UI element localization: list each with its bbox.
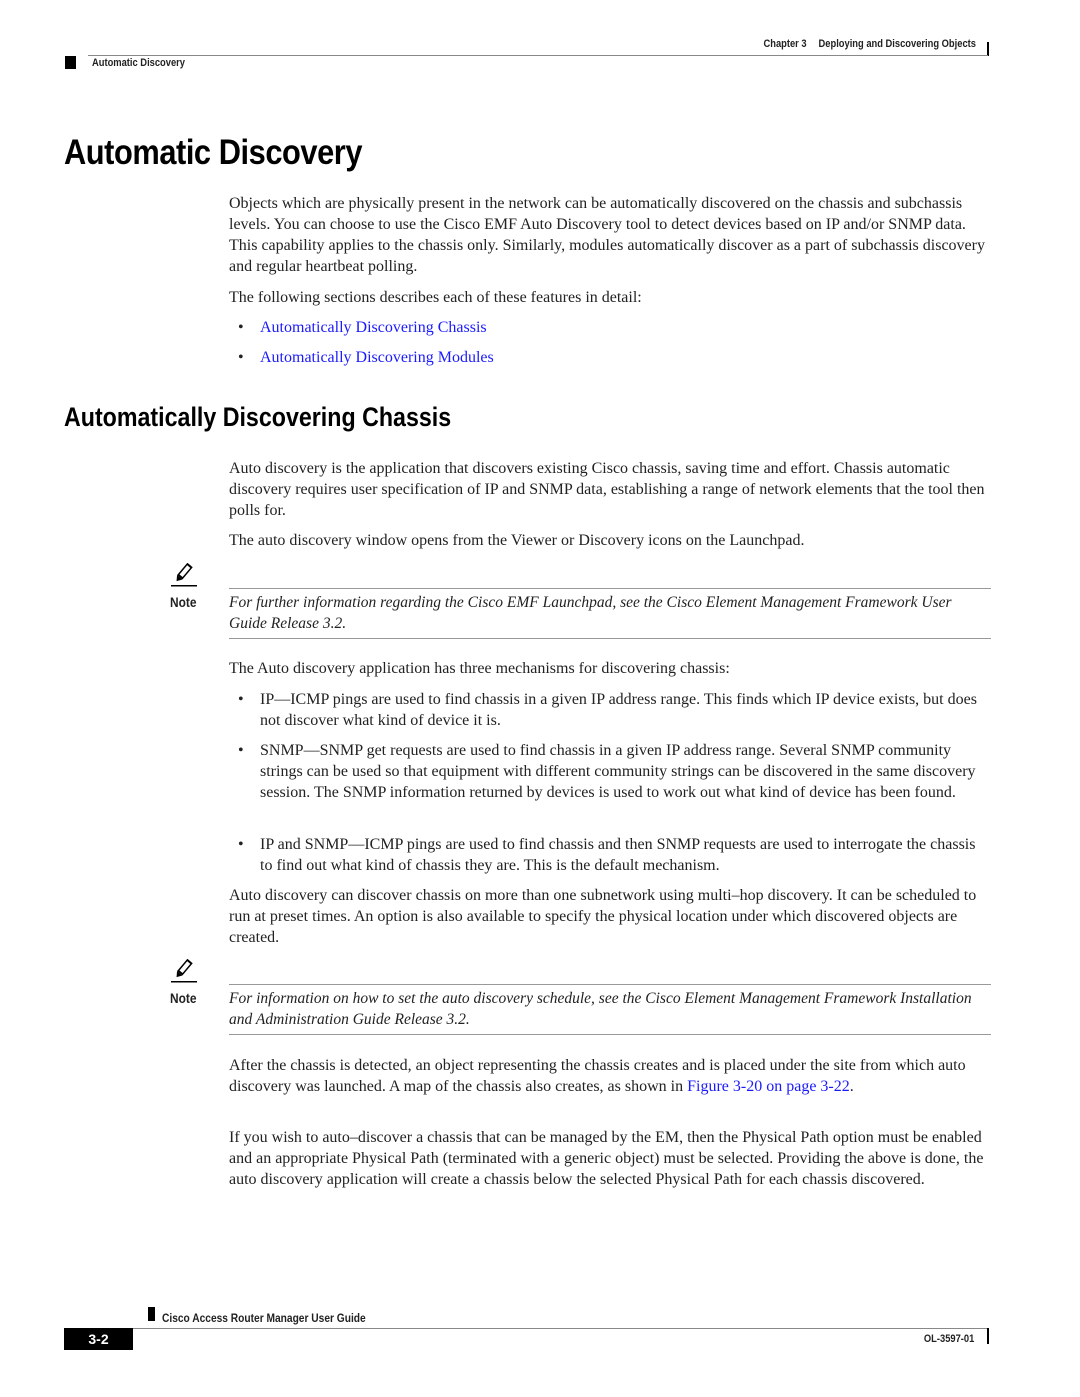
- note-bottom-rule: [229, 638, 991, 639]
- bullet-icon: •: [238, 836, 244, 853]
- footer-guide-title: Cisco Access Router Manager User Guide: [162, 1311, 366, 1325]
- page-title: Automatic Discovery: [64, 133, 363, 172]
- note-bottom-rule: [229, 1034, 991, 1035]
- footer-square-marker: [148, 1307, 155, 1321]
- mechanism-list-item: • SNMP—SNMP get requests are used to fin…: [238, 740, 990, 803]
- paragraph-text: .: [849, 1078, 854, 1095]
- link-list-item: • Automatically Discovering Modules: [238, 347, 990, 368]
- link-discovering-modules[interactable]: Automatically Discovering Modules: [260, 347, 990, 368]
- document-number: OL-3597-01: [923, 1333, 974, 1345]
- header-rule: [88, 55, 988, 56]
- note-text: For information on how to set the auto d…: [229, 990, 972, 1028]
- footer-bar: [987, 1328, 989, 1344]
- section-paragraph: If you wish to auto–discover a chassis t…: [229, 1129, 984, 1188]
- section-paragraph: Auto discovery is the application that d…: [229, 460, 985, 519]
- section-heading: Automatically Discovering Chassis: [64, 402, 452, 432]
- mechanism-text: IP—ICMP pings are used to find chassis i…: [260, 691, 977, 729]
- header-square-marker: [65, 56, 76, 69]
- mechanism-text: SNMP—SNMP get requests are used to find …: [260, 742, 976, 801]
- footer-rule: [133, 1328, 988, 1329]
- mechanism-text: IP and SNMP—ICMP pings are used to find …: [260, 836, 976, 874]
- note-label: Note: [170, 990, 197, 1006]
- bullet-icon: •: [238, 742, 244, 759]
- header-bar: [987, 42, 989, 56]
- chapter-title: Deploying and Discovering Objects: [818, 38, 976, 50]
- link-discovering-chassis[interactable]: Automatically Discovering Chassis: [260, 317, 990, 338]
- section-paragraph: After the chassis is detected, an object…: [229, 1055, 991, 1097]
- chapter-number: Chapter 3: [763, 38, 807, 50]
- note-top-rule: [229, 984, 991, 985]
- section-paragraph: The auto discovery window opens from the…: [229, 532, 805, 549]
- bullet-icon: •: [238, 691, 244, 708]
- note-text: For further information regarding the Ci…: [229, 594, 952, 632]
- link-list-item: • Automatically Discovering Chassis: [238, 317, 990, 338]
- page-number: 3-2: [64, 1328, 133, 1350]
- bullet-icon: •: [238, 319, 244, 336]
- section-paragraph: Auto discovery can discover chassis on m…: [229, 887, 977, 946]
- intro-lead-in: The following sections describes each of…: [229, 289, 642, 306]
- pencil-note-icon: [171, 563, 197, 587]
- paragraph-text: After the chassis is detected, an object…: [229, 1057, 966, 1095]
- mechanism-list-item: • IP—ICMP pings are used to find chassis…: [238, 689, 990, 731]
- running-header-section: Automatic Discovery: [92, 57, 186, 69]
- bullet-icon: •: [238, 349, 244, 366]
- running-header-chapter: Chapter 3 Deploying and Discovering Objec…: [752, 38, 976, 50]
- pencil-note-icon: [171, 959, 197, 983]
- note-label: Note: [170, 594, 197, 610]
- note-top-rule: [229, 588, 991, 589]
- figure-reference-link[interactable]: Figure 3-20 on page 3-22: [687, 1078, 850, 1095]
- intro-paragraph: Objects which are physically present in …: [229, 195, 985, 275]
- section-paragraph: The Auto discovery application has three…: [229, 660, 730, 677]
- mechanism-list-item: • IP and SNMP—ICMP pings are used to fin…: [238, 834, 990, 876]
